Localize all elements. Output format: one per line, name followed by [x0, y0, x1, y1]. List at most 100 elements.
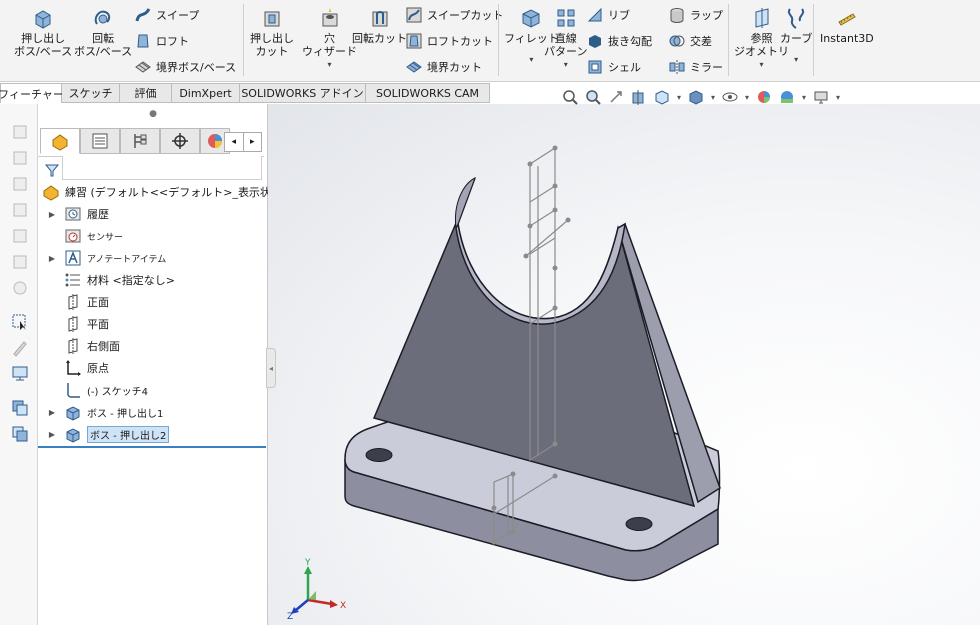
shell-icon [588, 60, 602, 74]
display-pane-icon[interactable] [10, 364, 30, 384]
draft-button[interactable]: 抜き勾配 [586, 31, 652, 51]
feature-manager-tab[interactable] [40, 128, 80, 154]
view-cube-top-icon[interactable] [10, 226, 30, 246]
apply-scene-icon[interactable] [777, 87, 797, 107]
lofted-cut-button[interactable]: ロフトカット [405, 31, 493, 51]
view-cube-left-icon[interactable] [10, 174, 30, 194]
configuration-manager-tab[interactable] [120, 128, 160, 154]
curves-button[interactable]: カーブ ▾ [780, 6, 812, 66]
part-model[interactable]: Y X Z [268, 104, 980, 625]
triad-y-label: Y [304, 558, 311, 568]
scroll-right-icon[interactable]: ▸ [242, 133, 262, 151]
loft-button[interactable]: ロフト [134, 31, 189, 51]
expand-arrow-icon[interactable]: ▶ [46, 254, 58, 263]
boundary-cut-button[interactable]: 境界カット [405, 57, 482, 77]
paste-geometry-icon[interactable] [10, 424, 30, 444]
isometric-view-icon[interactable] [10, 278, 30, 298]
display-style-icon[interactable] [686, 87, 706, 107]
panel-grip[interactable]: ● [38, 104, 268, 124]
linear-pattern-label-1: 直線 [554, 32, 577, 45]
dimxpert-manager-tab[interactable] [160, 128, 200, 154]
tree-item-top-plane[interactable]: 平面 [38, 314, 266, 334]
section-view-icon[interactable] [629, 87, 649, 107]
expand-arrow-icon[interactable]: ▶ [46, 408, 58, 417]
tree-item-boss-extrude2[interactable]: ▶ ボス - 押し出し2 [38, 424, 266, 444]
view-settings-dropdown[interactable]: ▾ [834, 93, 842, 102]
tree-item-front-plane[interactable]: 正面 [38, 292, 266, 312]
copy-geometry-icon[interactable] [10, 398, 30, 418]
ribbon-separator [243, 4, 244, 76]
filter-icon[interactable] [44, 162, 60, 178]
intersect-button[interactable]: 交差 [668, 31, 712, 51]
rib-button[interactable]: リブ [586, 5, 630, 25]
extruded-cut-label-1: 押し出し [250, 32, 294, 45]
curves-dropdown[interactable]: ▾ [794, 53, 798, 66]
boundary-boss-button[interactable]: 境界ボス/ベース [134, 57, 236, 77]
filter-input[interactable] [62, 156, 262, 180]
hole-wizard-dropdown[interactable]: ▾ [327, 58, 331, 71]
mirror-button[interactable]: ミラー [668, 57, 723, 77]
tree-item-sketch4[interactable]: (-) スケッチ4 [38, 380, 266, 400]
tree-root-part[interactable]: 練習 (デフォルト<<デフォルト>_表示状態 1>) [38, 182, 306, 202]
select-tool-icon[interactable] [10, 312, 30, 332]
swept-cut-button[interactable]: スイープカット [405, 5, 503, 25]
hole-wizard-button[interactable]: 穴 ウィザード ▾ [302, 6, 357, 71]
hide-show-items-dropdown[interactable]: ▾ [743, 93, 751, 102]
expand-arrow-icon[interactable]: ▶ [46, 210, 58, 219]
property-manager-tab[interactable] [80, 128, 120, 154]
intersect-label: 交差 [690, 35, 712, 48]
tree-item-label: ボス - 押し出し1 [87, 408, 164, 420]
reference-geometry-dropdown[interactable]: ▾ [759, 58, 763, 71]
previous-view-icon[interactable] [606, 87, 626, 107]
zoom-to-area-icon[interactable] [583, 87, 603, 107]
revolved-boss-button[interactable]: 回転 ボス/ベース [74, 6, 132, 58]
edit-sketch-icon[interactable] [10, 338, 30, 358]
linear-pattern-button[interactable]: 直線 パターン ▾ [544, 6, 587, 71]
display-style-dropdown[interactable]: ▾ [709, 93, 717, 102]
sweep-button[interactable]: スイープ [134, 5, 199, 25]
expand-arrow-icon[interactable]: ▶ [46, 430, 58, 439]
tree-item-material[interactable]: 材料 <指定なし> [38, 270, 266, 290]
tree-item-boss-extrude1[interactable]: ▶ ボス - 押し出し1 [38, 402, 266, 422]
view-cube-right-icon[interactable] [10, 200, 30, 220]
tree-item-sensors[interactable]: センサー [38, 226, 266, 246]
crosshair-icon [172, 133, 188, 149]
tab-sketch[interactable]: スケッチ [62, 83, 120, 103]
tree-item-annotations[interactable]: ▶ アノテートアイテム [38, 248, 266, 268]
tab-evaluate[interactable]: 評価 [120, 83, 172, 103]
linear-pattern-dropdown[interactable]: ▾ [564, 58, 568, 71]
view-settings-icon[interactable] [811, 87, 831, 107]
extruded-boss-button[interactable]: 押し出し ボス/ベース [14, 6, 72, 58]
tree-item-history[interactable]: ▶ 履歴 [38, 204, 266, 224]
graphics-area[interactable]: Y X Z [268, 104, 980, 625]
hole-wizard-label-1: 穴 [324, 32, 335, 45]
hide-show-items-icon[interactable] [720, 87, 740, 107]
tab-solidworks-cam[interactable]: SOLIDWORKS CAM [366, 83, 490, 103]
instant3d-button[interactable]: Instant3D [820, 6, 874, 45]
panel-tab-scroll[interactable]: ◂ ▸ [224, 132, 262, 152]
tab-dimxpert[interactable]: DimXpert [172, 83, 240, 103]
shell-button[interactable]: シェル [586, 57, 641, 77]
view-orientation-icon[interactable] [652, 87, 672, 107]
view-cube-front-icon[interactable] [10, 122, 30, 142]
revolved-cut-button[interactable]: 回転カット [352, 6, 407, 45]
panel-collapse-handle[interactable]: ◂ [266, 348, 276, 388]
view-cube-back-icon[interactable] [10, 148, 30, 168]
scroll-left-icon[interactable]: ◂ [225, 133, 243, 151]
extruded-boss-icon [35, 10, 51, 29]
revolved-boss-label-2: ボス/ベース [74, 45, 133, 58]
tree-item-right-plane[interactable]: 右側面 [38, 336, 266, 356]
apply-scene-dropdown[interactable]: ▾ [800, 93, 808, 102]
zoom-to-fit-icon[interactable] [560, 87, 580, 107]
edit-appearance-icon[interactable] [754, 87, 774, 107]
revolved-cut-label: 回転カット [352, 32, 407, 45]
wrap-button[interactable]: ラップ [668, 5, 723, 25]
tree-item-origin[interactable]: 原点 [38, 358, 266, 378]
view-cube-bottom-icon[interactable] [10, 252, 30, 272]
tab-solidworks-addins[interactable]: SOLIDWORKS アドイン [240, 83, 366, 103]
rollback-bar[interactable] [38, 446, 266, 448]
tab-features[interactable]: フィーチャー [0, 83, 64, 103]
fillet-dropdown[interactable]: ▾ [529, 53, 533, 66]
extruded-cut-button[interactable]: 押し出し カット [250, 6, 294, 58]
view-orientation-dropdown[interactable]: ▾ [675, 93, 683, 102]
